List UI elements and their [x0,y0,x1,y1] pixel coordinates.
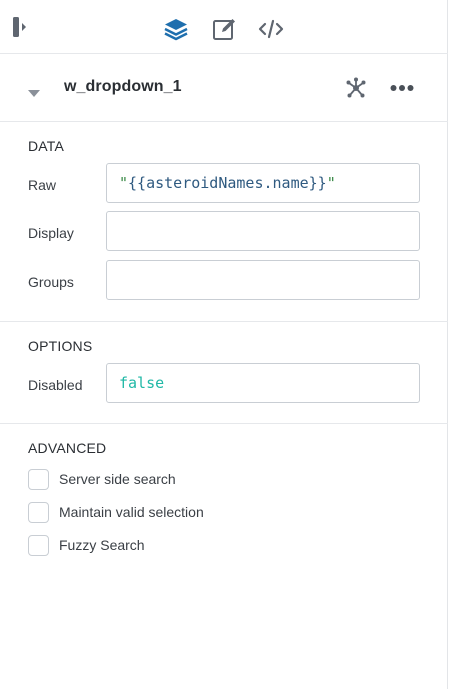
properties-panel: w_dropdown_1 DATA Raw "{{asteroidNames.n… [0,0,448,689]
raw-label: Raw [28,177,57,193]
component-header: w_dropdown_1 [0,54,448,122]
checkbox-label: Maintain valid selection [59,504,204,520]
more-icon[interactable] [390,81,414,95]
groups-label: Groups [28,274,74,290]
panel-toolbar [0,0,448,54]
checkbox-box[interactable] [28,469,49,490]
checkbox-label: Server side search [59,471,176,487]
display-label: Display [28,225,74,241]
data-section: DATA Raw "{{asteroidNames.name}}" Displa… [0,122,448,322]
advanced-section: ADVANCED Server side search Maintain val… [0,424,448,689]
dependency-graph-icon[interactable] [344,76,368,100]
disabled-field[interactable]: false [106,363,420,403]
layers-icon[interactable] [163,16,189,42]
display-field[interactable] [106,211,420,251]
caret-down-icon[interactable] [28,85,40,97]
groups-field[interactable] [106,260,420,300]
options-section-title: OPTIONS [28,338,93,354]
edit-icon[interactable] [211,16,237,42]
disabled-label: Disabled [28,377,83,393]
raw-field[interactable]: "{{asteroidNames.name}}" [106,163,420,203]
options-section: OPTIONS Disabled false [0,322,448,424]
raw-open-quote: " [119,174,129,192]
raw-expression: {{asteroidNames.name}} [128,174,327,192]
component-name[interactable]: w_dropdown_1 [64,78,182,96]
raw-close-quote: " [326,174,336,192]
advanced-section-title: ADVANCED [28,440,107,456]
code-icon[interactable] [258,16,284,42]
checkbox-box[interactable] [28,535,49,556]
data-section-title: DATA [28,138,65,154]
checkbox-label: Fuzzy Search [59,537,145,553]
collapse-panel-icon[interactable] [12,16,28,38]
checkbox-box[interactable] [28,502,49,523]
